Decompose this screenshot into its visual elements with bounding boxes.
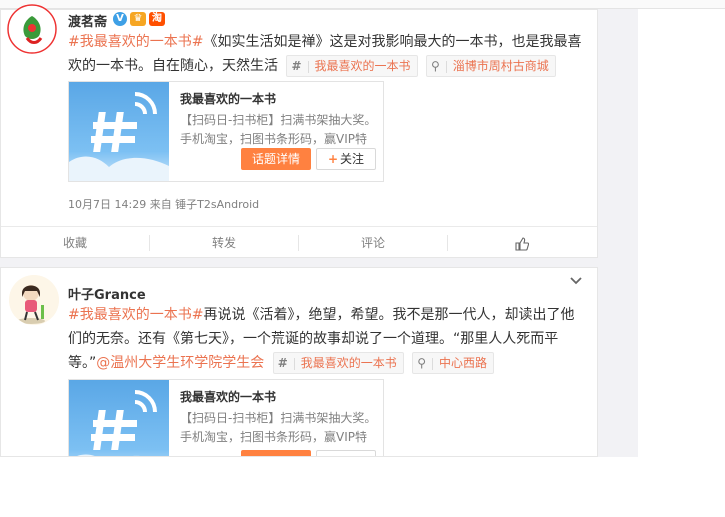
topic-card-desc: 【扫码日-扫书柜】扫满书架抽大奖。手机淘宝，扫图书条形码，赢VIP特: [180, 113, 377, 146]
follow-button[interactable]: + 关注: [316, 148, 376, 170]
verified-icon[interactable]: V: [113, 12, 127, 26]
post-text: #我最喜欢的一本书#《如实生活如是禅》这是对我影响最大的一本书，也是我最喜欢的一…: [68, 30, 588, 78]
username[interactable]: 叶子Grance: [68, 284, 146, 303]
topic-card-desc: 【扫码日-扫书柜】扫满书架抽大奖。手机淘宝，扫图书条形码，赢VIP特: [180, 411, 377, 444]
topic-chip[interactable]: # 我最喜欢的一本书: [272, 352, 404, 374]
location-chip[interactable]: ⚲ 中心西路: [412, 352, 495, 374]
topic-link[interactable]: #我最喜欢的一本书#: [68, 34, 203, 50]
avatar[interactable]: [9, 275, 59, 325]
follow-label: 关注: [340, 152, 365, 166]
avatar-logo-icon: [7, 4, 57, 54]
topic-card-image: [69, 380, 169, 456]
member-crown-icon[interactable]: ♛: [130, 12, 146, 26]
post-meta[interactable]: 10月7日 14:29 来自 锤子T2sAndroid: [68, 196, 259, 212]
location-pin-icon: ⚲: [430, 59, 440, 73]
topic-detail-button[interactable]: 话题详情: [241, 148, 311, 170]
location-chip-label: 中心西路: [439, 356, 488, 370]
chevron-down-icon[interactable]: [569, 276, 583, 286]
follow-button[interactable]: [316, 450, 376, 456]
plus-icon: +: [327, 152, 339, 166]
topic-card-image: [69, 82, 169, 181]
repost-button[interactable]: 转发: [150, 227, 298, 259]
avatar-girl-icon: [9, 275, 59, 325]
topic-card-title: 我最喜欢的一本书: [180, 390, 277, 404]
location-pin-icon: ⚲: [417, 356, 427, 370]
mention-link[interactable]: @温州大学生环学院学生会: [96, 355, 264, 371]
feed-post: 渡茗斋 V ♛ 淘 #我最喜欢的一本书#《如实生活如是禅》这是对我影响最大的一本…: [0, 4, 598, 259]
username[interactable]: 渡茗斋: [68, 11, 107, 30]
topic-link[interactable]: #我最喜欢的一本书#: [68, 307, 203, 323]
hashtag-icon: #: [291, 59, 302, 73]
topic-card-title: 我最喜欢的一本书: [180, 92, 277, 106]
topic-chip-label: 我最喜欢的一本书: [300, 356, 397, 370]
comment-button[interactable]: 评论: [299, 227, 447, 259]
topic-chip[interactable]: # 我最喜欢的一本书: [286, 55, 418, 77]
thumbs-up-icon: [515, 236, 530, 251]
like-button[interactable]: [448, 227, 596, 259]
topic-card[interactable]: 我最喜欢的一本书 【扫码日-扫书柜】扫满书架抽大奖。手机淘宝，扫图书条形码，赢V…: [68, 81, 384, 182]
taobao-badge-icon[interactable]: 淘: [149, 12, 165, 26]
topic-chip-label: 我最喜欢的一本书: [314, 59, 411, 73]
feed-post: 叶子Grance #我最喜欢的一本书#再说说《活着》，绝望，希望。我不是那一代人…: [0, 267, 598, 457]
post-text: #我最喜欢的一本书#再说说《活着》，绝望，希望。我不是那一代人，却读出了他们的无…: [68, 303, 588, 375]
collect-button[interactable]: 收藏: [1, 227, 149, 259]
avatar[interactable]: [7, 4, 57, 54]
top-bar: [0, 0, 725, 9]
hashtag-icon: #: [277, 356, 288, 370]
location-chip-label: 淄博市周村古商城: [452, 59, 549, 73]
topic-card[interactable]: 我最喜欢的一本书 【扫码日-扫书柜】扫满书架抽大奖。手机淘宝，扫图书条形码，赢V…: [68, 379, 384, 456]
location-chip[interactable]: ⚲ 淄博市周村古商城: [425, 55, 556, 77]
topic-detail-button[interactable]: [241, 450, 311, 456]
post-actions: 收藏 转发 评论: [1, 226, 597, 259]
